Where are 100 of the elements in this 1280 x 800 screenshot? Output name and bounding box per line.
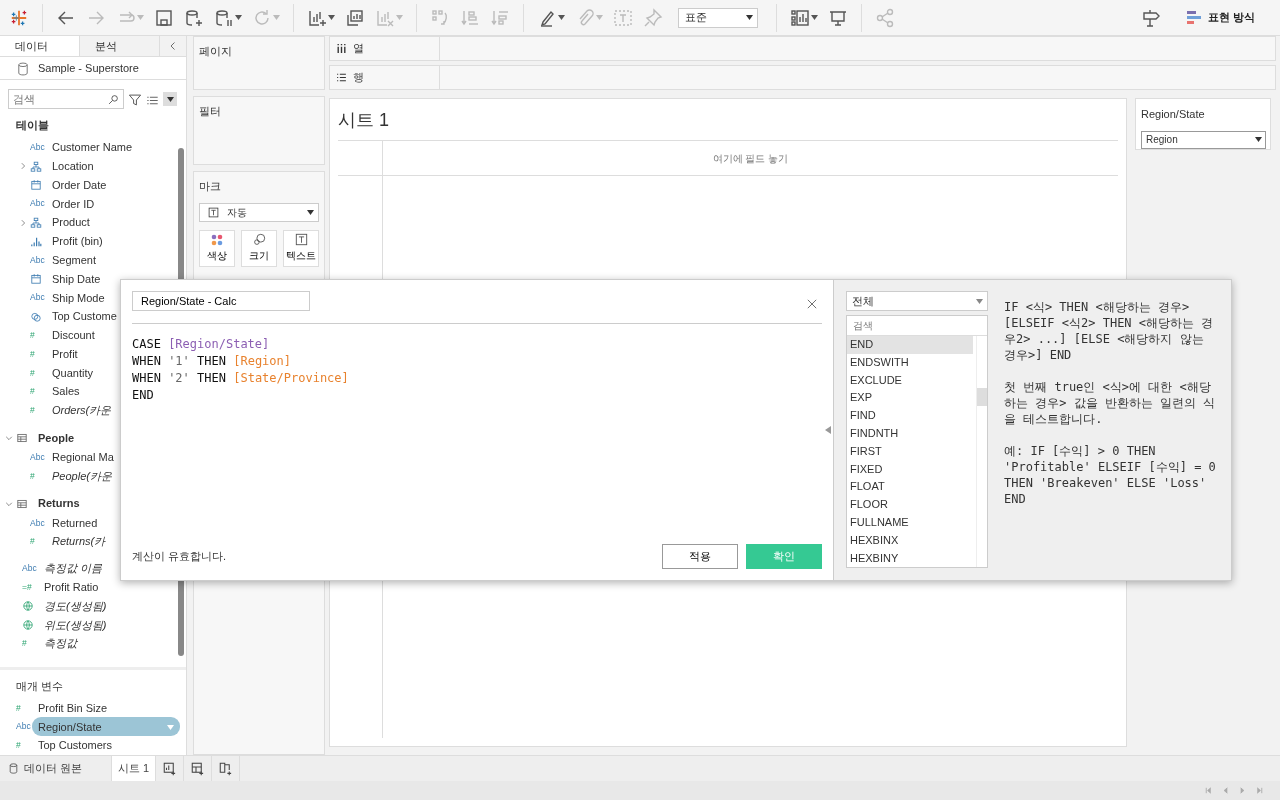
first-page-icon[interactable] [1204, 786, 1213, 795]
venn-icon [30, 310, 42, 323]
field-name[interactable]: Orders(카운 [52, 402, 112, 419]
field-name[interactable]: 측정값 [44, 635, 77, 652]
caret-icon [166, 97, 174, 102]
field-name[interactable]: Regional Ma [52, 449, 114, 466]
function-item[interactable]: HEXBINX [847, 531, 973, 550]
view-menu-button[interactable] [163, 92, 177, 107]
marks-property-button[interactable]: 색상 [199, 229, 235, 267]
globe-icon [22, 619, 34, 632]
apply-button[interactable]: 적용 [662, 544, 738, 569]
field-name[interactable]: Customer Name [52, 139, 133, 156]
field-name[interactable]: Top Custome [52, 308, 117, 325]
type-label: =# [22, 580, 33, 594]
caret-icon [273, 15, 280, 20]
text-mark-icon [208, 206, 219, 218]
type-label: # [30, 366, 36, 380]
formula-editor[interactable]: CASE [Region/State] WHEN '1' THEN [Region] WHEN '2' THEN [State/Province] END [132, 335, 822, 404]
field-name[interactable]: Product [52, 214, 90, 231]
field-name[interactable]: Ship Mode [52, 289, 105, 306]
field-name[interactable]: Quantity [52, 364, 93, 382]
pin-icon [643, 7, 663, 28]
section-title: 테이블 [15, 118, 50, 134]
field-name[interactable]: Profit [52, 345, 78, 363]
parameter-select[interactable]: Region [1141, 130, 1266, 149]
hierarchy-icon [30, 160, 42, 173]
field-name[interactable]: 경도(생성됨) [44, 597, 107, 615]
field-name[interactable]: Sales [52, 383, 80, 400]
last-page-icon[interactable] [1255, 786, 1264, 795]
caret-icon [328, 15, 335, 20]
signpost-icon [1140, 7, 1161, 28]
drop-hint: 여기에 필드 놓기 [712, 151, 789, 166]
table-name[interactable]: Returns [38, 495, 80, 512]
refresh-icon [252, 7, 272, 28]
field-name[interactable]: Profit Ratio [44, 579, 99, 596]
collapse-chevron-icon [168, 41, 178, 52]
sheet-tab[interactable]: 시트 1 [112, 756, 157, 781]
marks-property-button[interactable]: 텍스트 [283, 229, 319, 267]
scrollbar-thumb[interactable] [977, 388, 987, 406]
database-icon [16, 62, 30, 77]
field-name[interactable]: People(카운 [52, 467, 112, 485]
caret-icon [1255, 137, 1262, 142]
table-icon [16, 497, 28, 510]
marks-property-button[interactable]: 크기 [241, 229, 277, 267]
function-item[interactable]: FULLNAME [847, 513, 973, 532]
function-item[interactable]: FIND [847, 407, 973, 425]
logo-icon[interactable] [10, 8, 28, 27]
chart-icon [790, 7, 810, 28]
caret-icon [976, 299, 983, 305]
search-field[interactable]: 검색 [8, 89, 124, 110]
database-plus-icon [184, 7, 204, 28]
table-icon [16, 432, 28, 445]
function-item[interactable]: END [847, 336, 973, 354]
function-item[interactable]: FIRST [847, 442, 973, 461]
category-select[interactable]: 전체 [846, 291, 988, 311]
type-label: Abc [30, 197, 46, 211]
formula-line: WHEN '1' THEN [Region] [132, 352, 292, 370]
caret-icon [596, 15, 603, 20]
parameter-item[interactable]: Region/State [32, 717, 180, 737]
type-label: Abc [16, 720, 32, 734]
function-item[interactable]: FLOAT [847, 478, 973, 497]
fit-select[interactable]: 표준 [678, 7, 758, 28]
function-item[interactable]: FIXED [847, 460, 973, 479]
calculation-name-field[interactable]: Region/State - Calc [132, 291, 310, 311]
shelf-title: 마크 [199, 179, 222, 194]
field-name[interactable]: Discount [52, 327, 95, 344]
table-name[interactable]: People [38, 429, 75, 447]
next-page-icon[interactable] [1238, 786, 1247, 795]
histogram-icon [30, 235, 42, 248]
function-item[interactable]: ENDSWITH [847, 353, 973, 372]
field-name[interactable]: Order ID [52, 195, 95, 212]
parameter-item[interactable]: Profit Bin Size [38, 698, 108, 718]
type-label: Abc [30, 291, 46, 305]
field-name[interactable]: Returned [52, 514, 98, 532]
formula-line: WHEN '2' THEN [State/Province] [132, 369, 350, 387]
field-name[interactable]: Profit (bin) [52, 233, 103, 250]
text-mark-icon [294, 233, 308, 246]
function-item[interactable]: EXP [847, 389, 973, 408]
function-search-input[interactable]: 검색 [853, 318, 953, 333]
field-name[interactable]: Location [52, 157, 94, 175]
hierarchy-icon [30, 216, 42, 229]
field-name[interactable]: Order Date [52, 176, 107, 194]
field-name[interactable]: 측정값 이름 [44, 560, 103, 577]
database-icon [8, 763, 19, 774]
field-name[interactable]: 위도(생성됨) [44, 616, 107, 634]
collapse-arrow-icon[interactable] [825, 426, 831, 434]
sidebar-tab[interactable]: 분석 [80, 36, 160, 57]
function-item[interactable]: FINDNTH [847, 425, 973, 443]
function-item[interactable]: HEXBINY [847, 549, 973, 568]
field-name[interactable]: Segment [52, 251, 97, 269]
function-item[interactable]: FLOOR [847, 496, 973, 514]
field-name[interactable]: Ship Date [52, 270, 101, 288]
mark-type-select[interactable]: 자동 [199, 202, 319, 222]
parameter-item[interactable]: Top Customers [38, 736, 112, 755]
field-name[interactable]: Returns(카 [52, 533, 106, 550]
datasource-name[interactable]: Sample - Superstore [38, 60, 139, 77]
prev-page-icon[interactable] [1221, 786, 1230, 795]
function-item[interactable]: EXCLUDE [847, 371, 973, 390]
show-me-button[interactable]: 표현 방식 [1183, 7, 1258, 28]
search-icon [108, 94, 119, 105]
